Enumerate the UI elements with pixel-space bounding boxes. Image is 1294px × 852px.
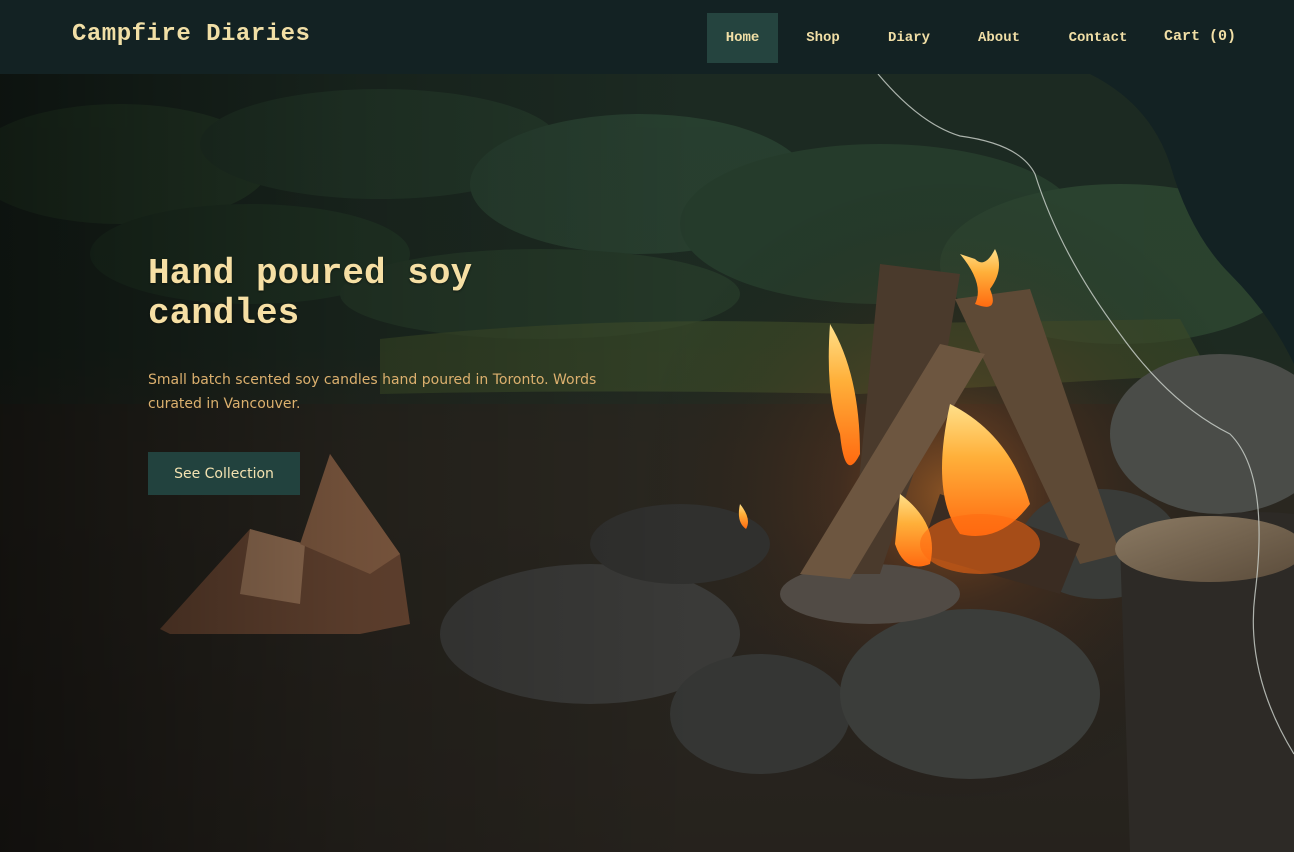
main-nav: Home Shop Diary About Contact — [0, 13, 1294, 63]
nav-about[interactable]: About — [964, 13, 1034, 63]
cart-link[interactable]: Cart (0) — [1164, 28, 1236, 45]
hero-copy: Hand poured soy candles Small batch scen… — [148, 254, 608, 495]
nav-home[interactable]: Home — [707, 13, 778, 63]
nav-shop[interactable]: Shop — [795, 13, 851, 63]
see-collection-button[interactable]: See Collection — [148, 452, 300, 495]
nav-contact[interactable]: Contact — [1058, 13, 1138, 63]
site-header: Campfire Diaries Home Shop Diary About C… — [0, 0, 1294, 74]
hero-title: Hand poured soy candles — [148, 253, 473, 334]
hero-section: Hand poured soy candles Small batch scen… — [0, 74, 1294, 852]
nav-diary[interactable]: Diary — [876, 13, 942, 63]
hero-subtitle: Small batch scented soy candles hand pou… — [148, 372, 597, 412]
